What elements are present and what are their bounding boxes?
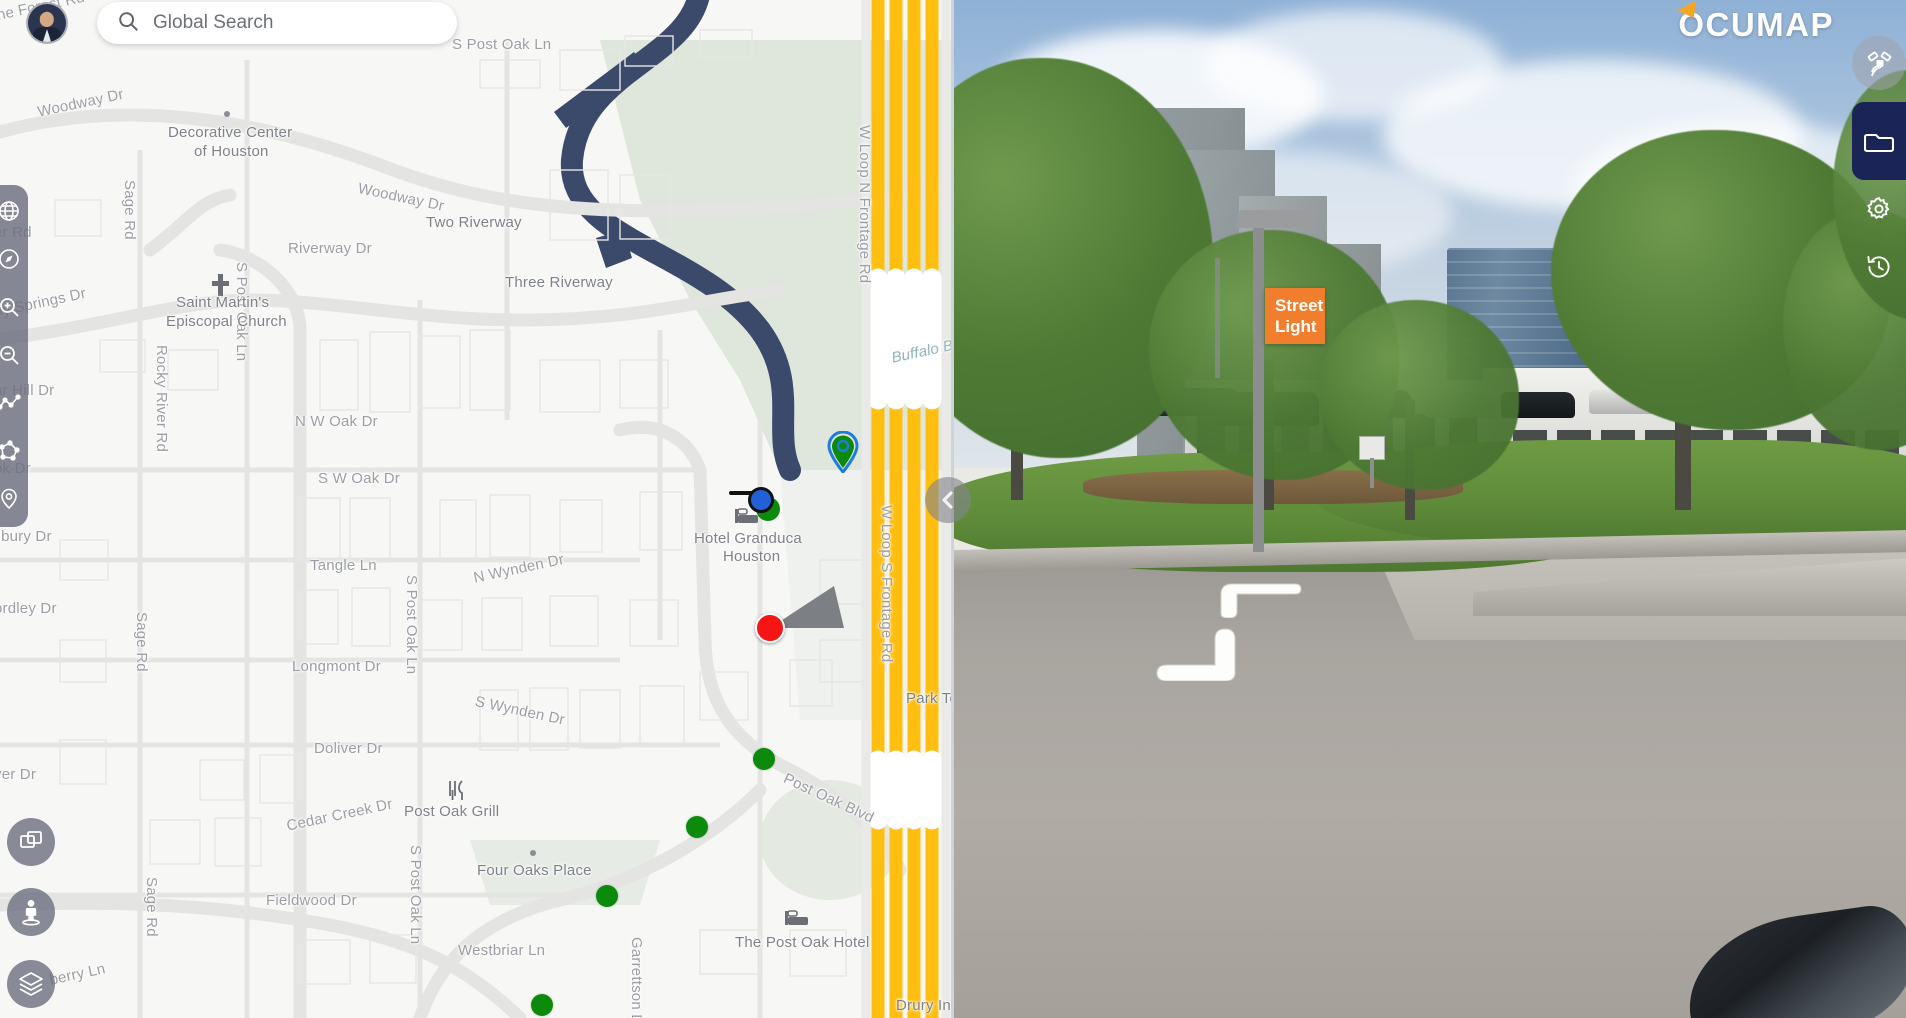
selected-point[interactable] [748, 487, 774, 513]
app-root: .rd { stroke:#e4e4e2; fill:none; } .rd2 … [0, 0, 1906, 1018]
gear-icon[interactable] [1852, 180, 1906, 238]
forward-path-arrow[interactable] [1153, 625, 1249, 681]
asset-marker[interactable] [686, 816, 708, 838]
asset-marker[interactable] [596, 885, 618, 907]
pegman-icon[interactable] [7, 888, 55, 936]
zoom-out-icon[interactable] [0, 341, 23, 369]
search-input[interactable] [153, 12, 437, 34]
map-pane[interactable]: .rd { stroke:#e4e4e2; fill:none; } .rd2 … [0, 0, 953, 1018]
street-view-pane[interactable]: Street Light [953, 0, 1906, 1018]
right-tool-rail[interactable] [1852, 36, 1906, 296]
chevron-left-icon [942, 491, 953, 509]
place-marker-icon[interactable] [0, 485, 23, 513]
layers-icon[interactable] [7, 960, 55, 1008]
forward-path-arrow[interactable] [1215, 578, 1305, 618]
annotation-line-1: Street [1275, 296, 1324, 315]
measure-area-icon[interactable] [0, 437, 23, 465]
brand-logo: OCUMAP [1677, 0, 1834, 44]
asset-marker[interactable] [531, 994, 553, 1016]
map-canvas: .rd { stroke:#e4e4e2; fill:none; } .rd2 … [0, 0, 953, 1018]
street-sign-post [1370, 458, 1374, 488]
history-icon[interactable] [1852, 238, 1906, 296]
map-tool-rail[interactable] [0, 185, 28, 527]
current-camera-position[interactable] [755, 613, 785, 643]
globe-icon[interactable] [0, 197, 23, 225]
settings-stack[interactable] [1852, 180, 1906, 296]
brand-name: OCUMAP [1678, 6, 1834, 43]
folder-icon[interactable] [1852, 116, 1906, 168]
compass-icon[interactable] [0, 245, 23, 273]
search-icon [117, 10, 139, 37]
poi-pin[interactable] [827, 430, 859, 478]
projects-panel[interactable] [1852, 102, 1906, 180]
asset-marker[interactable] [753, 748, 775, 770]
utility-pole [1215, 258, 1220, 378]
measure-line-icon[interactable] [0, 389, 23, 417]
global-search-bar[interactable] [97, 2, 457, 44]
street-light-annotation[interactable]: Street Light [1265, 288, 1325, 344]
collapse-map-button[interactable] [925, 477, 971, 523]
street-light-head [1234, 210, 1320, 228]
annotation-line-2: Light [1275, 317, 1317, 336]
avatar-face [39, 12, 55, 27]
street-light-pole [1253, 222, 1264, 552]
zoom-in-icon[interactable] [0, 293, 23, 321]
satellite-icon[interactable] [1852, 36, 1906, 90]
avatar[interactable] [26, 2, 68, 44]
street-sign [1359, 436, 1385, 460]
split-view-icon[interactable] [7, 818, 55, 866]
